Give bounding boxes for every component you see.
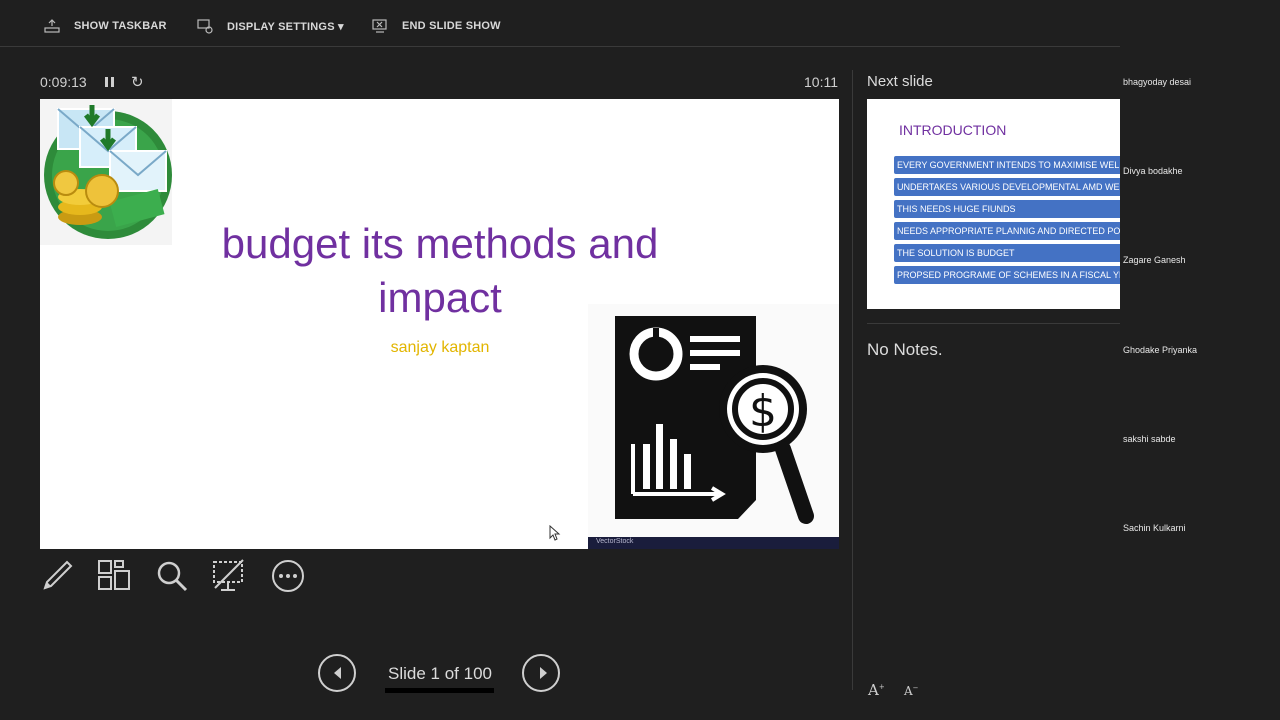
participant-name: bhagyoday desai bbox=[1123, 77, 1192, 87]
image-credit: VectorStock bbox=[596, 538, 634, 545]
slide-progress-bar bbox=[385, 688, 494, 693]
next-slide-bullet: THIS NEEDS HUGE FIUNDS bbox=[894, 200, 1120, 218]
chevron-left-icon bbox=[334, 667, 341, 679]
decrease-font-label: A bbox=[904, 684, 913, 698]
taskbar-icon bbox=[44, 19, 60, 33]
participant-name: Zagare Ganesh bbox=[1123, 255, 1186, 265]
next-slide-title: INTRODUCTION bbox=[899, 122, 1007, 138]
display-settings-label: DISPLAY SETTINGS ▾ bbox=[227, 20, 344, 33]
pause-timer-button[interactable] bbox=[104, 75, 116, 89]
increase-font-label: A bbox=[868, 681, 879, 699]
svg-text:$: $ bbox=[749, 386, 777, 437]
chevron-right-icon bbox=[540, 667, 547, 679]
previous-slide-button[interactable] bbox=[318, 654, 356, 692]
show-taskbar-label: SHOW TASKBAR bbox=[74, 20, 167, 32]
image-credit-bar: VectorStock bbox=[588, 537, 839, 549]
display-settings-icon bbox=[197, 19, 213, 34]
slide-counter[interactable]: Slide 1 of 100 bbox=[380, 664, 500, 684]
presenter-toolbar: SHOW TASKBAR DISPLAY SETTINGS ▾ END SLID… bbox=[0, 0, 1120, 47]
show-taskbar-button[interactable]: SHOW TASKBAR bbox=[44, 12, 167, 40]
elapsed-timer: 0:09:13 bbox=[40, 74, 87, 90]
next-slide-button[interactable] bbox=[522, 654, 560, 692]
increase-notes-font-button[interactable]: A+ bbox=[868, 681, 885, 699]
zoom-icon[interactable] bbox=[154, 558, 190, 594]
money-envelopes-image bbox=[40, 99, 172, 245]
financial-report-magnifier-image: $ bbox=[588, 304, 839, 549]
next-slide-thumbnail[interactable]: INTRODUCTION EVERY GOVERNMENT INTENDS TO… bbox=[867, 99, 1120, 309]
slide-title-line-1: budget its methods and bbox=[221, 220, 659, 267]
next-slide-bullet: THE SOLUTION IS BUDGET bbox=[894, 244, 1120, 262]
next-slide-bullet: UNDERTAKES VARIOUS DEVELOPMENTAL AMD WEL… bbox=[894, 178, 1120, 196]
panel-divider bbox=[852, 70, 853, 690]
current-slide[interactable]: budget its methods and impact sanjay kap… bbox=[40, 99, 839, 549]
decrease-notes-font-button[interactable]: A− bbox=[904, 684, 919, 698]
next-slide-bullet: NEEDS APPROPRIATE PLANNIG AND DIRECTED P… bbox=[894, 222, 1120, 240]
next-slide-bullet: PROPSED PROGRAME OF SCHEMES IN A FISCAL … bbox=[894, 266, 1120, 284]
participant-name: Ghodake Priyanka bbox=[1123, 345, 1198, 355]
mouse-cursor-icon bbox=[549, 525, 561, 541]
participant-name: Sachin Kulkarni bbox=[1123, 523, 1186, 533]
notes-divider bbox=[867, 323, 1120, 324]
more-options-icon[interactable] bbox=[270, 558, 306, 594]
participant-name: Divya bodakhe bbox=[1123, 166, 1183, 176]
pen-tool-icon[interactable] bbox=[39, 558, 75, 594]
see-all-slides-icon[interactable] bbox=[96, 558, 132, 594]
black-screen-icon[interactable] bbox=[211, 558, 247, 594]
next-slide-label: Next slide bbox=[867, 73, 933, 90]
display-settings-button[interactable]: DISPLAY SETTINGS ▾ bbox=[197, 12, 344, 40]
end-slide-show-label: END SLIDE SHOW bbox=[402, 20, 501, 32]
next-slide-bullet: EVERY GOVERNMENT INTENDS TO MAXIMISE WEL… bbox=[894, 156, 1120, 174]
next-slide-bullet-list: EVERY GOVERNMENT INTENDS TO MAXIMISE WEL… bbox=[894, 156, 1120, 288]
end-slide-show-button[interactable]: END SLIDE SHOW bbox=[372, 12, 501, 40]
participant-name: sakshi sabde bbox=[1123, 434, 1176, 444]
current-time: 10:11 bbox=[804, 74, 838, 90]
end-show-icon bbox=[372, 19, 387, 33]
speaker-notes: No Notes. bbox=[867, 340, 943, 359]
restart-timer-icon[interactable]: ↻ bbox=[131, 73, 144, 91]
